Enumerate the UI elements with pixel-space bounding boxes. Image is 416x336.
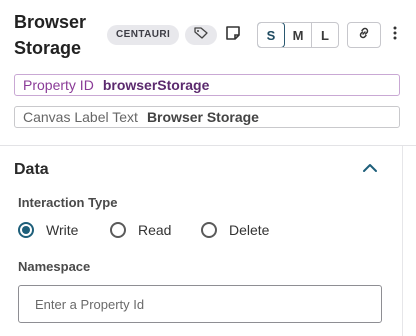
note-icon [225, 25, 241, 46]
property-id-field[interactable]: Property ID browserStorage [14, 74, 400, 96]
radio-write-label: Write [46, 222, 79, 238]
namespace-input[interactable] [18, 285, 382, 323]
chevron-up-icon [362, 160, 378, 178]
link-button[interactable] [347, 22, 381, 48]
radio-write-indicator[interactable] [18, 222, 34, 238]
scrollbar-track[interactable] [402, 146, 403, 336]
property-id-value: browserStorage [102, 77, 210, 93]
size-toggle-group: S M L [257, 22, 339, 48]
data-section-title: Data [14, 161, 49, 178]
canvas-label-label: Canvas Label Text [23, 109, 138, 125]
note-button[interactable] [224, 25, 242, 46]
namespace-label: Namespace [18, 259, 91, 274]
component-title: Browser Storage [14, 12, 87, 58]
canvas-label-value: Browser Storage [146, 109, 259, 125]
more-vertical-icon [393, 26, 397, 45]
radio-write[interactable]: Write [18, 221, 78, 239]
category-badge: CENTAURI [107, 25, 180, 45]
tag-icon [194, 26, 208, 44]
interaction-type-label: Interaction Type [18, 195, 118, 210]
radio-delete[interactable]: Delete [201, 221, 269, 239]
radio-read-indicator[interactable] [110, 222, 126, 238]
size-large-button[interactable]: L [312, 23, 338, 47]
size-medium-button[interactable]: M [285, 23, 312, 47]
canvas-label-field[interactable]: Canvas Label Text Browser Storage [14, 106, 400, 128]
size-small-button[interactable]: S [258, 23, 285, 47]
radio-delete-label: Delete [229, 222, 270, 238]
radio-delete-indicator[interactable] [201, 222, 217, 238]
radio-read-label: Read [138, 222, 172, 238]
section-divider [0, 145, 416, 146]
collapse-section-button[interactable] [361, 162, 379, 176]
link-icon [357, 26, 371, 45]
more-options-button[interactable] [388, 24, 402, 46]
radio-read[interactable]: Read [110, 221, 171, 239]
property-id-label: Property ID [23, 77, 94, 93]
tag-button[interactable] [185, 25, 217, 45]
